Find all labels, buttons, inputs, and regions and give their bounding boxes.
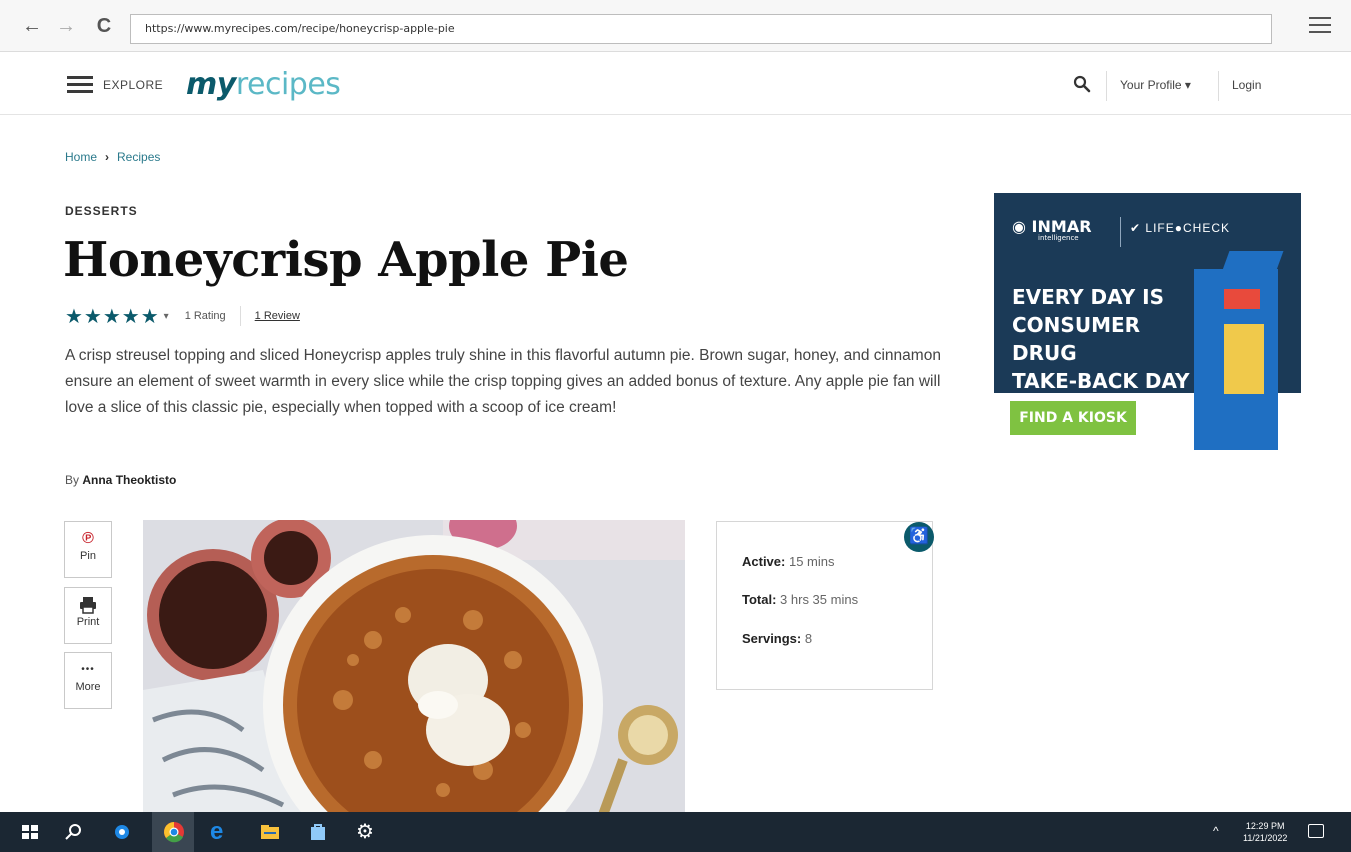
ad-headline-line: TAKE-BACK DAY xyxy=(1012,369,1190,393)
print-button[interactable]: Print xyxy=(64,587,112,644)
back-button[interactable]: ← xyxy=(20,14,44,38)
star-rating[interactable]: ★★★★★ xyxy=(65,304,160,329)
recipe-info-card: Active: 15 mins Total: 3 hrs 35 mins Ser… xyxy=(716,521,933,690)
ad-divider xyxy=(1120,217,1121,247)
pin-label: Pin xyxy=(80,550,96,562)
author-link[interactable]: Anna Theoktisto xyxy=(82,473,176,487)
breadcrumb: Home › Recipes xyxy=(65,150,160,164)
printer-icon xyxy=(80,597,96,614)
pie-photo xyxy=(143,520,685,812)
rating-caret-icon[interactable]: ▾ xyxy=(164,311,169,322)
active-label: Active: xyxy=(742,554,786,569)
checkmark-icon: ✔ xyxy=(1130,221,1142,235)
recipe-title: Honeycrisp Apple Pie xyxy=(63,232,629,288)
pin-button[interactable]: ℗ Pin xyxy=(64,521,112,578)
advertisement[interactable]: ◉ INMAR intelligence ✔ LIFE●CHECK EVERY … xyxy=(994,193,1301,450)
recipe-category[interactable]: DESSERTS xyxy=(65,204,138,218)
settings-gear-icon[interactable]: ⚙ xyxy=(356,820,380,844)
breadcrumb-recipes[interactable]: Recipes xyxy=(117,150,160,164)
pinterest-icon: ℗ xyxy=(82,530,94,547)
more-label: More xyxy=(75,681,101,693)
reload-button[interactable]: C xyxy=(92,14,116,38)
forward-button[interactable]: → xyxy=(54,14,78,38)
servings: Servings: 8 xyxy=(742,631,812,646)
windows-start-icon[interactable] xyxy=(18,820,42,844)
your-profile-dropdown[interactable]: Your Profile ▾ xyxy=(1120,78,1191,92)
lifecheck-logo: ✔ LIFE●CHECK xyxy=(1130,221,1230,235)
ad-headline: EVERY DAY IS CONSUMER DRUG TAKE-BACK DAY xyxy=(1012,283,1192,395)
more-button[interactable]: ••• More xyxy=(64,652,112,709)
logo-recipes: recipes xyxy=(235,67,341,102)
reviews-link[interactable]: 1 Review xyxy=(255,310,300,322)
notifications-icon[interactable] xyxy=(1308,824,1324,838)
file-explorer-icon[interactable] xyxy=(258,820,282,844)
total-value: 3 hrs 35 mins xyxy=(780,592,859,607)
recipe-description: A crisp streusel topping and sliced Hone… xyxy=(65,347,941,416)
login-link[interactable]: Login xyxy=(1232,78,1261,92)
breadcrumb-separator: › xyxy=(105,150,110,164)
site-header: EXPLORE myrecipes Your Profile ▾ Login xyxy=(0,53,1351,115)
edge-icon[interactable]: e xyxy=(210,820,234,844)
task-view-icon[interactable] xyxy=(110,820,134,844)
rating-count: 1 Rating xyxy=(184,310,226,322)
system-clock[interactable]: 12:29 PM 11/21/2022 xyxy=(1243,820,1287,844)
clock-date: 11/21/2022 xyxy=(1243,833,1288,843)
rating-divider xyxy=(239,306,241,326)
total-label: Total: xyxy=(742,592,777,607)
breadcrumb-home[interactable]: Home xyxy=(65,150,97,164)
ad-brand-lifecheck: LIFE●CHECK xyxy=(1145,221,1231,235)
tray-chevron-up-icon[interactable]: ^ xyxy=(1213,824,1219,838)
explore-link[interactable]: EXPLORE xyxy=(103,78,163,92)
ad-headline-line: CONSUMER DRUG xyxy=(1012,313,1141,365)
servings-label: Servings: xyxy=(742,631,802,646)
kiosk-image xyxy=(1194,269,1278,450)
recipe-hero-image[interactable] xyxy=(143,520,685,812)
browser-toolbar: ← → C https://www.myrecipes.com/recipe/h… xyxy=(0,0,1351,52)
store-icon[interactable] xyxy=(306,820,330,844)
accessibility-icon[interactable]: ♿ xyxy=(904,522,934,552)
ad-headline-line: EVERY DAY IS xyxy=(1012,285,1165,309)
header-divider xyxy=(1218,71,1219,101)
kiosk-sign xyxy=(1224,289,1260,309)
byline: By Anna Theoktisto xyxy=(65,473,176,487)
chrome-icon[interactable] xyxy=(162,820,186,844)
hamburger-menu-icon[interactable] xyxy=(67,76,93,94)
kiosk-panel xyxy=(1224,324,1264,394)
servings-value: 8 xyxy=(804,631,813,646)
byline-label: By xyxy=(65,473,80,487)
clock-time: 12:29 PM xyxy=(1245,821,1285,831)
myrecipes-logo[interactable]: myrecipes xyxy=(186,67,341,102)
header-divider xyxy=(1106,71,1107,101)
inmar-logo: ◉ INMAR intelligence xyxy=(1012,217,1092,242)
active-value: 15 mins xyxy=(788,554,835,569)
logo-my: my xyxy=(186,67,236,102)
search-taskbar-icon[interactable] xyxy=(62,820,86,844)
find-a-kiosk-button[interactable]: FIND A KIOSK xyxy=(1010,401,1136,435)
browser-menu-icon[interactable] xyxy=(1309,12,1331,38)
windows-taskbar: e ⚙ ^ 12:29 PM 11/21/2022 xyxy=(0,812,1351,852)
print-label: Print xyxy=(76,616,100,628)
more-dots-icon: ••• xyxy=(81,664,95,675)
inmar-globe-icon: ◉ xyxy=(1012,217,1026,236)
address-bar[interactable]: https://www.myrecipes.com/recipe/honeycr… xyxy=(130,14,1272,44)
rating-row: ★★★★★ ▾ 1 Rating 1 Review xyxy=(65,304,300,329)
search-icon[interactable] xyxy=(1073,75,1091,93)
total-time: Total: 3 hrs 35 mins xyxy=(742,592,858,607)
active-time: Active: 15 mins xyxy=(742,554,835,569)
